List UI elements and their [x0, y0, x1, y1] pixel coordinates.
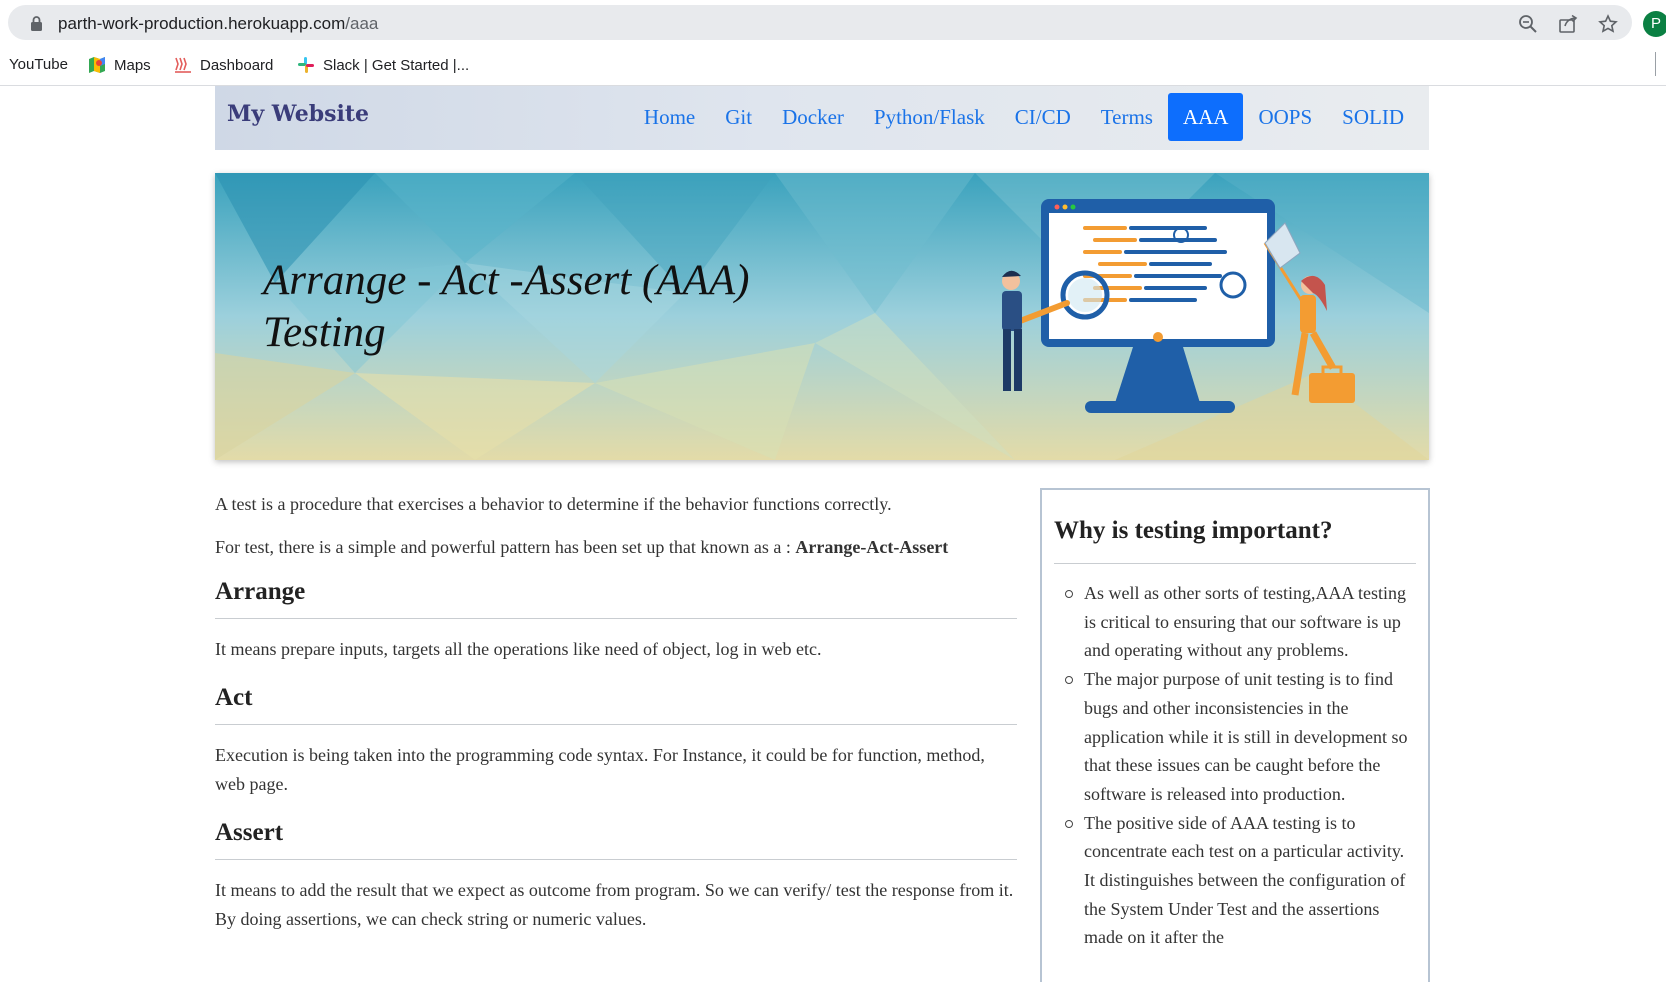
list-item: The positive side of AAA testing is to c… — [1065, 809, 1416, 953]
nav-link-home[interactable]: Home — [629, 93, 710, 141]
section-heading: Assert — [215, 819, 284, 846]
star-icon[interactable] — [1598, 14, 1618, 34]
sidebar-title: Why is testing important? — [1054, 517, 1333, 544]
nav-link-git[interactable]: Git — [710, 93, 767, 141]
profile-avatar[interactable]: P — [1643, 11, 1666, 37]
nav-link-docker[interactable]: Docker — [767, 93, 859, 141]
circle-bullet-icon — [1065, 819, 1073, 828]
bookmark-maps[interactable]: Maps — [88, 56, 151, 74]
bookmark-youtube[interactable]: YouTube — [9, 56, 68, 73]
section-assert: Assert It means to add the result that w… — [215, 817, 1017, 934]
section-divider — [215, 618, 1017, 619]
section-text: Execution is being taken into the progra… — [215, 745, 985, 794]
nav-links: Home Git Docker Python/Flask CI/CD Terms… — [629, 93, 1419, 141]
url-text[interactable]: parth-work-production.herokuapp.com/aaa — [58, 14, 378, 34]
circle-bullet-icon — [1065, 676, 1073, 685]
main-content: A test is a procedure that exercises a b… — [215, 490, 1017, 952]
sidebar-list: As well as other sorts of testing,AAA te… — [1054, 579, 1416, 952]
sidebar-divider — [1054, 563, 1416, 564]
section-divider — [215, 724, 1017, 725]
section-text: It means prepare inputs, targets all the… — [215, 639, 822, 659]
section-arrange: Arrange It means prepare inputs, targets… — [215, 576, 1017, 664]
section-act: Act Execution is being taken into the pr… — [215, 682, 1017, 799]
bookmark-slack[interactable]: Slack | Get Started |... — [297, 56, 469, 74]
pattern-text: For test, there is a simple and powerful… — [215, 537, 796, 557]
nav-link-oops[interactable]: OOPS — [1243, 93, 1327, 141]
lock-icon[interactable] — [30, 16, 43, 31]
section-heading: Act — [215, 684, 253, 711]
url-host: parth-work-production.herokuapp.com — [58, 14, 346, 33]
maps-icon — [89, 57, 105, 73]
list-item: As well as other sorts of testing,AAA te… — [1065, 579, 1416, 665]
share-icon[interactable] — [1558, 14, 1578, 34]
bookmarks-divider — [1655, 52, 1656, 76]
bookmark-dashboard[interactable]: Dashboard — [174, 56, 273, 74]
site-brand[interactable]: My Website — [227, 101, 369, 127]
section-text: It means to add the result that we expec… — [215, 880, 1014, 929]
section-heading: Arrange — [215, 578, 306, 605]
address-bar[interactable]: parth-work-production.herokuapp.com/aaa — [8, 5, 1632, 40]
pattern-name: Arrange-Act-Assert — [795, 537, 949, 557]
list-item-text: As well as other sorts of testing,AAA te… — [1084, 583, 1406, 661]
bookmark-label: YouTube — [9, 56, 68, 73]
hero-banner: Arrange - Act -Assert (AAA) Testing — [215, 173, 1429, 460]
browser-toolbar: parth-work-production.herokuapp.com/aaa … — [0, 0, 1666, 44]
hero-title-line-2: Testing — [263, 309, 386, 356]
sidebar-card: Why is testing important? As well as oth… — [1040, 488, 1430, 982]
dashboard-icon — [175, 57, 191, 73]
pattern-paragraph: For test, there is a simple and powerful… — [215, 533, 1017, 562]
list-item: The major purpose of unit testing is to … — [1065, 665, 1416, 809]
slack-icon — [298, 57, 314, 73]
list-item-text: The major purpose of unit testing is to … — [1084, 669, 1408, 804]
bookmark-label: Dashboard — [200, 56, 274, 74]
bookmarks-bar: YouTube Maps Dashboard Slack | Get Start… — [0, 44, 1666, 86]
bookmark-label: Slack | Get Started |... — [323, 56, 470, 74]
nav-link-aaa[interactable]: AAA — [1167, 93, 1244, 141]
list-item-text: The positive side of AAA testing is to c… — [1084, 812, 1406, 948]
section-divider — [215, 859, 1017, 860]
nav-link-python-flask[interactable]: Python/Flask — [859, 93, 1000, 141]
site-navbar: My Website Home Git Docker Python/Flask … — [215, 86, 1429, 150]
hero-title-line-1: Arrange - Act -Assert (AAA) — [263, 257, 750, 304]
bookmark-label: Maps — [114, 56, 151, 74]
hero-title: Arrange - Act -Assert (AAA) Testing — [263, 255, 749, 359]
nav-link-ci-cd[interactable]: CI/CD — [1000, 93, 1086, 141]
nav-link-solid[interactable]: SOLID — [1327, 93, 1419, 141]
url-path: /aaa — [345, 14, 379, 33]
intro-paragraph: A test is a procedure that exercises a b… — [215, 494, 892, 514]
nav-link-terms[interactable]: Terms — [1086, 93, 1168, 141]
circle-bullet-icon — [1065, 590, 1073, 598]
zoom-icon[interactable] — [1518, 14, 1538, 34]
